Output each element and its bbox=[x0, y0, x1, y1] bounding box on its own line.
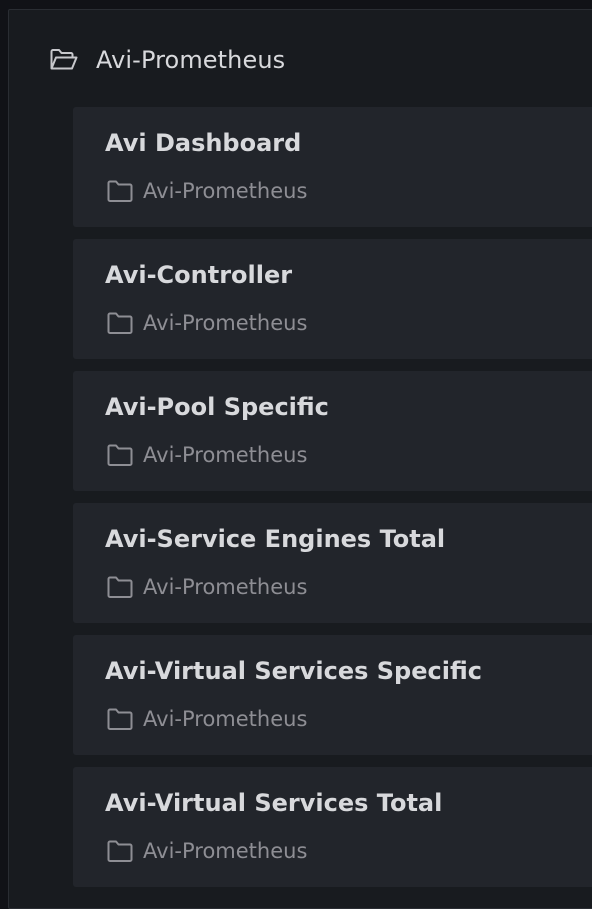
dashboard-title: Avi-Controller bbox=[105, 261, 293, 289]
folder-icon bbox=[106, 179, 134, 203]
folder-icon bbox=[106, 575, 134, 599]
dashboard-folder: Avi-Prometheus bbox=[106, 837, 307, 865]
dashboard-card[interactable]: Avi-Pool Specific Avi-Prometheus bbox=[73, 371, 592, 491]
dashboard-card[interactable]: Avi-Virtual Services Total Avi-Prometheu… bbox=[73, 767, 592, 887]
folder-icon bbox=[106, 311, 134, 335]
folder-title: Avi-Prometheus bbox=[96, 46, 286, 74]
dashboard-title: Avi Dashboard bbox=[105, 129, 302, 157]
dashboard-folder: Avi-Prometheus bbox=[106, 441, 307, 469]
dashboard-card[interactable]: Avi Dashboard Avi-Prometheus bbox=[73, 107, 592, 227]
dashboard-folder-name: Avi-Prometheus bbox=[143, 443, 308, 467]
dashboard-folder-name: Avi-Prometheus bbox=[143, 839, 308, 863]
dashboard-card[interactable]: Avi-Service Engines Total Avi-Prometheus bbox=[73, 503, 592, 623]
dashboard-list: Avi Dashboard Avi-Prometheus Avi-Control… bbox=[73, 107, 592, 899]
dashboard-folder: Avi-Prometheus bbox=[106, 177, 307, 205]
dashboard-browser-panel: Avi-Prometheus Avi Dashboard Avi-Prometh… bbox=[8, 9, 592, 909]
folder-icon bbox=[106, 839, 134, 863]
dashboard-title: Avi-Pool Specific bbox=[105, 393, 329, 421]
dashboard-title: Avi-Virtual Services Specific bbox=[105, 657, 482, 685]
folder-header[interactable]: Avi-Prometheus bbox=[49, 40, 285, 80]
dashboard-card[interactable]: Avi-Controller Avi-Prometheus bbox=[73, 239, 592, 359]
dashboard-card[interactable]: Avi-Virtual Services Specific Avi-Promet… bbox=[73, 635, 592, 755]
dashboard-folder-name: Avi-Prometheus bbox=[143, 311, 308, 335]
folder-icon bbox=[106, 443, 134, 467]
dashboard-folder: Avi-Prometheus bbox=[106, 309, 307, 337]
dashboard-title: Avi-Service Engines Total bbox=[105, 525, 446, 553]
dashboard-folder: Avi-Prometheus bbox=[106, 705, 307, 733]
folder-icon bbox=[106, 707, 134, 731]
dashboard-folder: Avi-Prometheus bbox=[106, 573, 307, 601]
folder-open-icon bbox=[49, 48, 79, 72]
dashboard-folder-name: Avi-Prometheus bbox=[143, 575, 308, 599]
dashboard-folder-name: Avi-Prometheus bbox=[143, 707, 308, 731]
dashboard-title: Avi-Virtual Services Total bbox=[105, 789, 443, 817]
dashboard-folder-name: Avi-Prometheus bbox=[143, 179, 308, 203]
